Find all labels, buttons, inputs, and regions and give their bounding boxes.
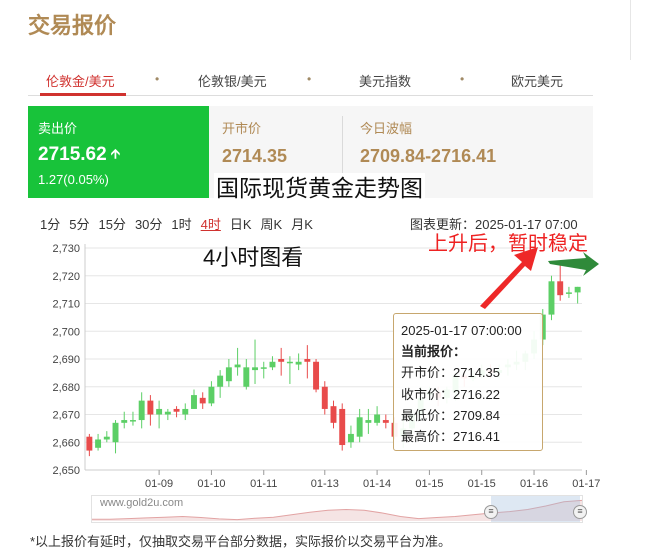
y-tick-label: 2,650 bbox=[52, 465, 80, 477]
candle-body bbox=[382, 420, 389, 423]
candle-body bbox=[339, 408, 346, 446]
candle-body bbox=[330, 406, 337, 423]
candle-body bbox=[278, 359, 285, 362]
candle-body bbox=[365, 420, 372, 423]
candle-body bbox=[121, 420, 128, 423]
x-tick-label: 01-15 bbox=[468, 478, 496, 490]
candle-body bbox=[173, 408, 180, 412]
candle-body bbox=[95, 439, 102, 448]
trend-annotation: 上升后，暂时稳定 bbox=[428, 233, 588, 255]
candle-body bbox=[112, 422, 119, 443]
x-tick-label: 01-14 bbox=[363, 478, 391, 490]
candle-body bbox=[565, 292, 572, 294]
y-tick-label: 2,690 bbox=[52, 354, 80, 366]
y-tick-label: 2,700 bbox=[52, 326, 80, 338]
candle-body bbox=[347, 433, 354, 443]
candle-body bbox=[182, 408, 189, 415]
y-tick-label: 2,710 bbox=[52, 299, 80, 311]
x-tick-label: 01-09 bbox=[145, 478, 173, 490]
candle-body bbox=[321, 386, 328, 409]
candle-body bbox=[199, 397, 206, 404]
candle-body bbox=[156, 408, 163, 415]
footnote: *以上报价有延时，仅抽取交易平台部分数据，实际报价以交易平台为准。 bbox=[30, 534, 452, 549]
x-tick-label: 01-17 bbox=[572, 478, 600, 490]
candle-body bbox=[191, 395, 197, 409]
red-up-arrow-icon bbox=[480, 247, 538, 309]
candle-body bbox=[103, 436, 110, 440]
candle-body bbox=[356, 417, 363, 437]
candle-body bbox=[147, 400, 154, 415]
candle-body bbox=[557, 281, 564, 296]
navigator-watermark: www.gold2u.com bbox=[100, 497, 184, 509]
tooltip-high: 最高价：2716.41 bbox=[401, 429, 500, 445]
tooltip-open: 开市价：2714.35 bbox=[401, 365, 500, 381]
candlestick-chart[interactable]: 2,650 2,660 2,670 2,680 2,690 2,700 2,710 2,720… bbox=[0, 0, 659, 553]
x-tick-label: 01-15 bbox=[415, 478, 443, 490]
candle-body bbox=[313, 361, 320, 390]
x-tick-label: 01-13 bbox=[311, 478, 339, 490]
candle-body bbox=[86, 436, 93, 451]
tooltip-low: 最低价：2709.84 bbox=[401, 407, 500, 423]
candle-body bbox=[304, 359, 311, 362]
y-tick-label: 2,730 bbox=[52, 243, 80, 255]
candle-body bbox=[548, 281, 555, 315]
candle-body bbox=[164, 411, 171, 415]
candle-body bbox=[252, 367, 258, 371]
candle-body bbox=[225, 367, 232, 382]
candle-body bbox=[295, 361, 302, 365]
tooltip-current-label: 当前报价： bbox=[401, 344, 467, 360]
tooltip-time: 2025-01-17 07:00:00 bbox=[401, 323, 522, 338]
candle-tooltip: 2025-01-17 07:00:00 当前报价： 开市价：2714.35 收市… bbox=[393, 313, 543, 451]
overlay-subtitle: 4小时图看 bbox=[203, 245, 304, 270]
candle-body bbox=[286, 361, 293, 364]
y-tick-label: 2,670 bbox=[52, 410, 80, 422]
x-tick-label: 01-16 bbox=[520, 478, 548, 490]
candle-body bbox=[260, 367, 267, 369]
candle-body bbox=[234, 364, 241, 368]
x-tick-label: 01-10 bbox=[197, 478, 225, 490]
candle-body bbox=[129, 420, 136, 422]
x-tick-label: 01-11 bbox=[250, 478, 277, 490]
tooltip-close: 收市价：2716.22 bbox=[401, 386, 500, 402]
y-tick-label: 2,680 bbox=[52, 382, 80, 394]
y-tick-label: 2,720 bbox=[52, 271, 80, 283]
navigator-right-handle-icon[interactable]: ≡ bbox=[573, 505, 587, 519]
candle-body bbox=[574, 286, 581, 293]
candle-body bbox=[138, 400, 145, 421]
candle-body bbox=[208, 386, 215, 404]
navigator-left-handle-icon[interactable]: ≡ bbox=[484, 505, 498, 519]
candle-body bbox=[269, 361, 276, 368]
candle-body bbox=[374, 414, 381, 423]
y-tick-label: 2,660 bbox=[52, 437, 80, 449]
candle-body bbox=[217, 375, 224, 387]
candle-body bbox=[243, 367, 250, 387]
